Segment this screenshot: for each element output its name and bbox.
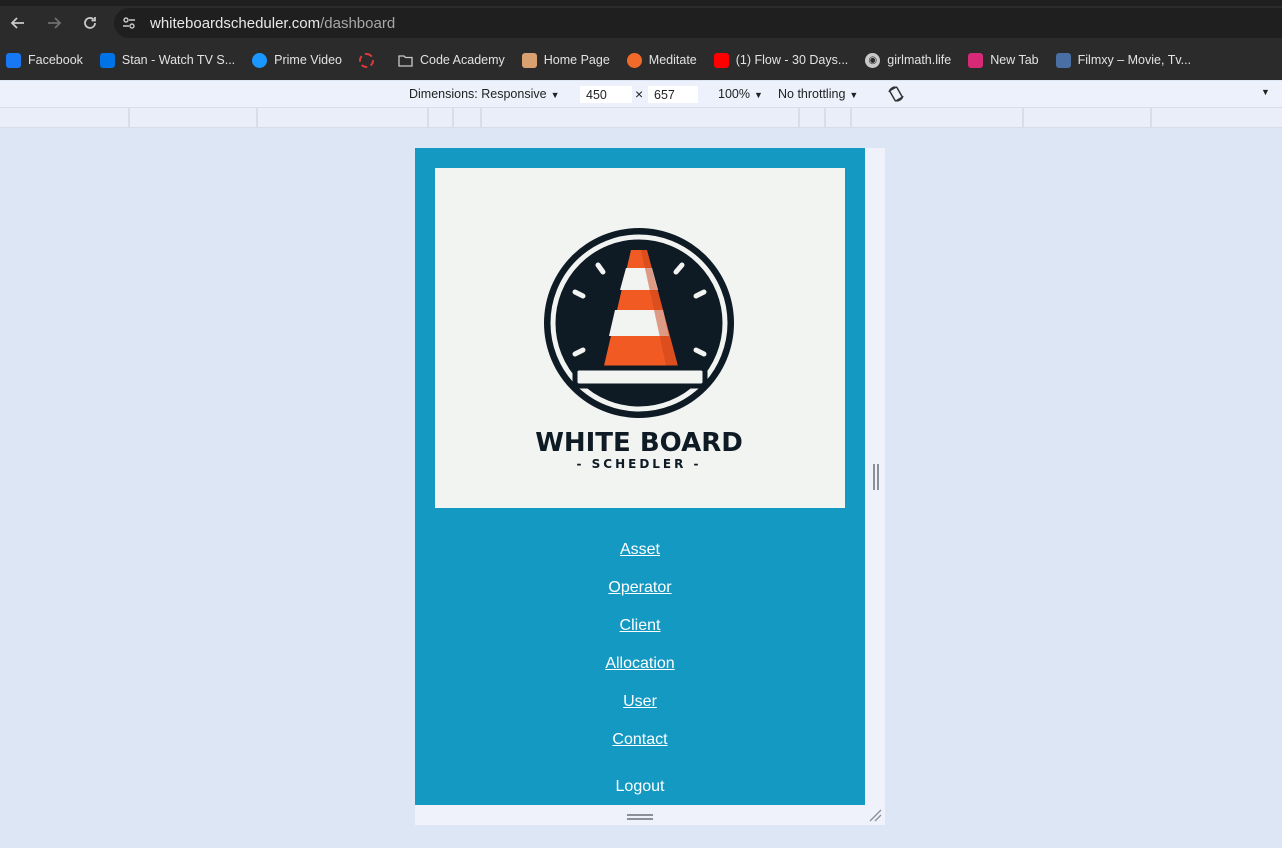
caret-down-icon: ▼ bbox=[550, 90, 560, 100]
media-query-bar[interactable] bbox=[0, 108, 1282, 128]
bookmark-label: Facebook bbox=[28, 53, 83, 67]
bookmark-label: Stan - Watch TV S... bbox=[121, 53, 236, 67]
filmxy-icon bbox=[1055, 52, 1071, 68]
media-query-divider bbox=[850, 108, 852, 127]
youtube-icon bbox=[713, 52, 729, 68]
arrow-left-icon bbox=[10, 17, 24, 29]
meditate-icon bbox=[626, 52, 642, 68]
zoom-dropdown[interactable]: 100% ▼ bbox=[718, 87, 763, 101]
media-query-divider bbox=[480, 108, 482, 127]
back-button[interactable] bbox=[0, 6, 36, 40]
arrow-right-icon bbox=[48, 17, 62, 29]
height-input[interactable] bbox=[648, 86, 698, 103]
url-text: whiteboardscheduler.com/dashboard bbox=[150, 15, 395, 32]
bookmark-label: Filmxy – Movie, Tv... bbox=[1077, 53, 1192, 67]
traffic-cone-logo-icon: WHITE BOARD - SCHEDLER - bbox=[535, 228, 743, 471]
stan-icon bbox=[99, 52, 115, 68]
bookmark-label: girlmath.life bbox=[887, 53, 952, 67]
nav-link-user[interactable]: User bbox=[415, 690, 865, 728]
nav-link-allocation[interactable]: Allocation bbox=[415, 652, 865, 690]
bookmark-label: Code Academy bbox=[420, 53, 505, 67]
resize-height-handle[interactable] bbox=[627, 814, 653, 820]
media-query-divider bbox=[798, 108, 800, 127]
width-input[interactable] bbox=[580, 86, 632, 103]
times-label: × bbox=[635, 86, 644, 102]
bookmark-item[interactable]: ◉ girlmath.life bbox=[865, 52, 952, 68]
resize-corner-handle[interactable] bbox=[868, 808, 882, 822]
bookmark-item[interactable] bbox=[359, 52, 381, 68]
bookmark-label: (1) Flow - 30 Days... bbox=[735, 53, 849, 67]
bookmark-item[interactable]: New Tab bbox=[968, 52, 1039, 68]
loading-circle-icon bbox=[359, 52, 374, 68]
nav-link-contact[interactable]: Contact bbox=[415, 728, 865, 766]
throttling-dropdown[interactable]: No throttling ▼ bbox=[778, 87, 858, 101]
media-query-divider bbox=[1022, 108, 1024, 127]
url-path: /dashboard bbox=[320, 14, 396, 32]
media-query-divider bbox=[824, 108, 826, 127]
more-options-caret-icon[interactable]: ▼ bbox=[1261, 87, 1270, 97]
bookmark-item[interactable]: Facebook bbox=[6, 52, 83, 68]
reload-icon bbox=[84, 17, 96, 29]
site-info-icon[interactable] bbox=[114, 8, 144, 38]
bookmark-item[interactable]: Code Academy bbox=[398, 53, 505, 68]
rotate-icon bbox=[888, 86, 904, 102]
app-screen: WHITE BOARD - SCHEDLER - Asset Operator … bbox=[415, 148, 865, 805]
dimensions-label: Dimensions: Responsive bbox=[409, 87, 547, 101]
dimensions-dropdown[interactable]: Dimensions: Responsive ▼ bbox=[409, 87, 559, 101]
nav-link-operator[interactable]: Operator bbox=[415, 576, 865, 614]
bookmarks-bar: Facebook Stan - Watch TV S... Prime Video C… bbox=[0, 40, 1282, 80]
address-bar[interactable]: whiteboardscheduler.com/dashboard bbox=[114, 8, 1282, 38]
logout-button[interactable]: Logout bbox=[415, 778, 865, 796]
throttling-label: No throttling bbox=[778, 87, 846, 101]
bookmark-item[interactable]: Filmxy – Movie, Tv... bbox=[1055, 52, 1192, 68]
logo-subtitle: - SCHEDLER - bbox=[576, 457, 701, 471]
caret-down-icon: ▼ bbox=[753, 90, 763, 100]
instagram-icon bbox=[968, 52, 984, 68]
device-frame: WHITE BOARD - SCHEDLER - Asset Operator … bbox=[415, 148, 885, 825]
nav-link-client[interactable]: Client bbox=[415, 614, 865, 652]
bookmark-item[interactable]: Home Page bbox=[521, 52, 610, 68]
bookmark-item[interactable]: (1) Flow - 30 Days... bbox=[713, 52, 849, 68]
bookmark-label: New Tab bbox=[990, 53, 1039, 67]
forward-button[interactable] bbox=[36, 6, 72, 40]
browser-toolbar: whiteboardscheduler.com/dashboard bbox=[0, 6, 1282, 40]
media-query-divider bbox=[256, 108, 258, 127]
bookmark-item[interactable]: Meditate bbox=[626, 52, 697, 68]
main-nav: Asset Operator Client Allocation User Co… bbox=[415, 538, 865, 766]
globe-icon: ◉ bbox=[865, 52, 881, 68]
prime-video-icon bbox=[252, 52, 268, 68]
bookmark-label: Home Page bbox=[543, 53, 610, 67]
media-query-divider bbox=[128, 108, 130, 127]
media-query-divider bbox=[427, 108, 429, 127]
folder-icon bbox=[398, 53, 413, 68]
avatar-icon bbox=[521, 52, 537, 68]
facebook-icon bbox=[6, 52, 21, 68]
bookmark-label: Meditate bbox=[648, 53, 697, 67]
resize-grip-icon bbox=[869, 809, 882, 822]
resize-width-handle[interactable] bbox=[873, 464, 879, 490]
bookmark-item[interactable]: Stan - Watch TV S... bbox=[99, 52, 236, 68]
device-toolbar: Dimensions: Responsive▼ × 100%▼ No throt… bbox=[0, 81, 1282, 108]
logo-title: WHITE BOARD bbox=[535, 428, 743, 458]
zoom-label: 100% bbox=[718, 87, 750, 101]
media-query-divider bbox=[1150, 108, 1152, 127]
logo-image: WHITE BOARD - SCHEDLER - bbox=[435, 168, 845, 508]
reload-button[interactable] bbox=[72, 6, 108, 40]
bookmark-label: Prime Video bbox=[274, 53, 342, 67]
rotate-button[interactable] bbox=[886, 84, 906, 107]
bookmark-item[interactable]: Prime Video bbox=[252, 52, 342, 68]
caret-down-icon: ▼ bbox=[849, 90, 859, 100]
nav-link-asset[interactable]: Asset bbox=[415, 538, 865, 576]
media-query-divider bbox=[452, 108, 454, 127]
url-host: whiteboardscheduler.com bbox=[150, 14, 321, 32]
